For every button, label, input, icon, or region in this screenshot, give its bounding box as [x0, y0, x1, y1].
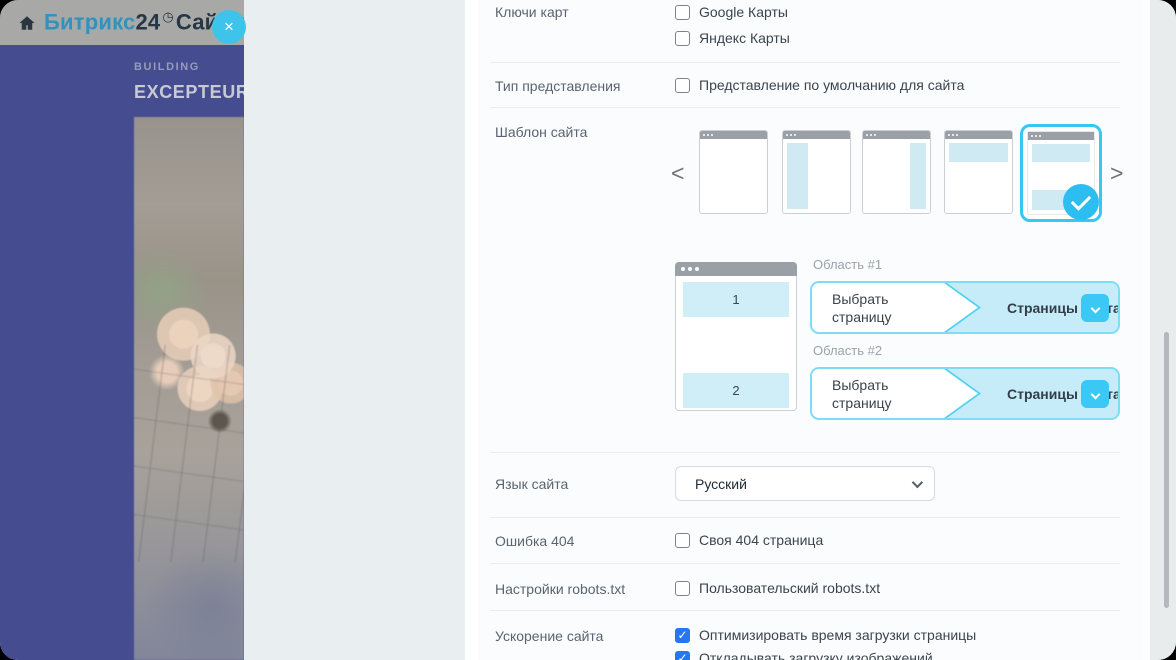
chevron-down-icon: [912, 476, 923, 487]
divider: [490, 517, 1120, 518]
check-icon: ✓: [677, 629, 687, 641]
yandex-maps-label: Яндекс Карты: [699, 30, 790, 46]
scrollbar-thumb[interactable]: [1164, 332, 1169, 608]
custom-robots-checkbox[interactable]: ✓: [675, 581, 690, 596]
browser-dots-icon: [1028, 132, 1094, 140]
chevron-down-icon: [1090, 304, 1100, 314]
close-button[interactable]: ×: [212, 10, 246, 44]
browser-dots-icon: [783, 131, 850, 139]
browser-dots-icon: [863, 131, 930, 139]
checkbox-row-yandex-maps: ✓ Яндекс Карты: [675, 30, 790, 46]
browser-dots-icon: [675, 262, 797, 276]
template-thumb-header[interactable]: [944, 130, 1013, 214]
divider: [490, 610, 1120, 611]
template-layout-preview: 1 2: [675, 262, 797, 411]
chevron-down-icon: [1090, 390, 1100, 400]
area2-choose-page-button[interactable]: Выбрать страницу: [832, 375, 942, 411]
google-maps-label: Google Карты: [699, 4, 788, 20]
home-icon[interactable]: [18, 14, 36, 32]
lazy-images-checkbox[interactable]: ✓: [675, 651, 690, 660]
brand-24: 24: [135, 9, 160, 34]
roses-photo: [134, 117, 244, 660]
custom-robots-label: Пользовательский robots.txt: [699, 580, 880, 596]
preview-area-2: 2: [683, 373, 789, 408]
optimize-load-checkbox[interactable]: ✓: [675, 628, 690, 643]
acceleration-label: Ускорение сайта: [495, 628, 603, 644]
chevron-right-icon[interactable]: >: [1110, 160, 1123, 187]
custom-404-label: Своя 404 страница: [699, 532, 823, 548]
template-thumb-right-sidebar[interactable]: [862, 130, 931, 214]
browser-dots-icon: [700, 131, 767, 139]
google-maps-checkbox[interactable]: ✓: [675, 5, 690, 20]
settings-panel: Ключи карт ✓ Google Карты ✓ Яндекс Карты…: [465, 0, 1143, 660]
optimize-load-label: Оптимизировать время загрузки страницы: [699, 627, 976, 643]
area2-page-selector: Выбрать страницу Страницы сайта: [810, 367, 1120, 420]
checkbox-row-robots: ✓ Пользовательский robots.txt: [675, 580, 880, 596]
area2-dropdown-button[interactable]: [1081, 380, 1109, 408]
selected-check-icon: [1063, 184, 1099, 220]
browser-dots-icon: [945, 131, 1012, 139]
check-icon: ✓: [677, 652, 687, 660]
preview-area-1: 1: [683, 282, 789, 317]
app-window: Битрикс24◷Сайты BUILDING EXCEPTEUR SINT …: [0, 0, 1176, 660]
robots-label: Настройки robots.txt: [495, 581, 625, 597]
area1-choose-page-button[interactable]: Выбрать страницу: [832, 289, 942, 325]
divider: [490, 452, 1120, 453]
view-type-option-label: Представление по умолчанию для сайта: [699, 77, 964, 93]
checkbox-row-optimize: ✓ Оптимизировать время загрузки страницы: [675, 627, 976, 643]
map-keys-label: Ключи карт: [495, 4, 569, 20]
divider: [490, 62, 1120, 63]
brand-bitrix: Битрикс: [44, 9, 135, 34]
checkbox-row-lazy-images: ✓ Откладывать загрузку изображений: [675, 650, 933, 660]
view-type-checkbox[interactable]: ✓: [675, 78, 690, 93]
area1-page-selector: Выбрать страницу Страницы сайта: [810, 281, 1120, 334]
area1-dropdown-button[interactable]: [1081, 294, 1109, 322]
overlay-dim: [244, 0, 465, 660]
template-thumb-left-sidebar[interactable]: [782, 130, 851, 214]
language-label: Язык сайта: [495, 476, 568, 492]
divider: [490, 107, 1120, 108]
site-category-label: BUILDING: [134, 61, 200, 73]
checkbox-row-google-maps: ✓ Google Карты: [675, 4, 788, 20]
language-select[interactable]: Русский: [675, 466, 935, 501]
template-thumb-blank[interactable]: [699, 130, 768, 214]
panel-edge: [1143, 0, 1150, 660]
custom-404-checkbox[interactable]: ✓: [675, 533, 690, 548]
scrollbar-track[interactable]: [1150, 0, 1176, 660]
view-type-label: Тип представления: [495, 78, 621, 94]
area1-label: Область #1: [813, 257, 882, 272]
yandex-maps-checkbox[interactable]: ✓: [675, 31, 690, 46]
lazy-images-label: Откладывать загрузку изображений: [699, 650, 933, 660]
error404-label: Ошибка 404: [495, 533, 574, 549]
checkbox-row-view-type: ✓ Представление по умолчанию для сайта: [675, 77, 964, 93]
language-value: Русский: [695, 476, 747, 492]
checkbox-row-404: ✓ Своя 404 страница: [675, 532, 823, 548]
site-template-label: Шаблон сайта: [495, 124, 587, 140]
close-icon: ×: [224, 17, 234, 36]
clock-icon: ◷: [162, 9, 174, 24]
chevron-left-icon[interactable]: <: [671, 160, 684, 187]
divider: [490, 563, 1120, 564]
area2-label: Область #2: [813, 343, 882, 358]
